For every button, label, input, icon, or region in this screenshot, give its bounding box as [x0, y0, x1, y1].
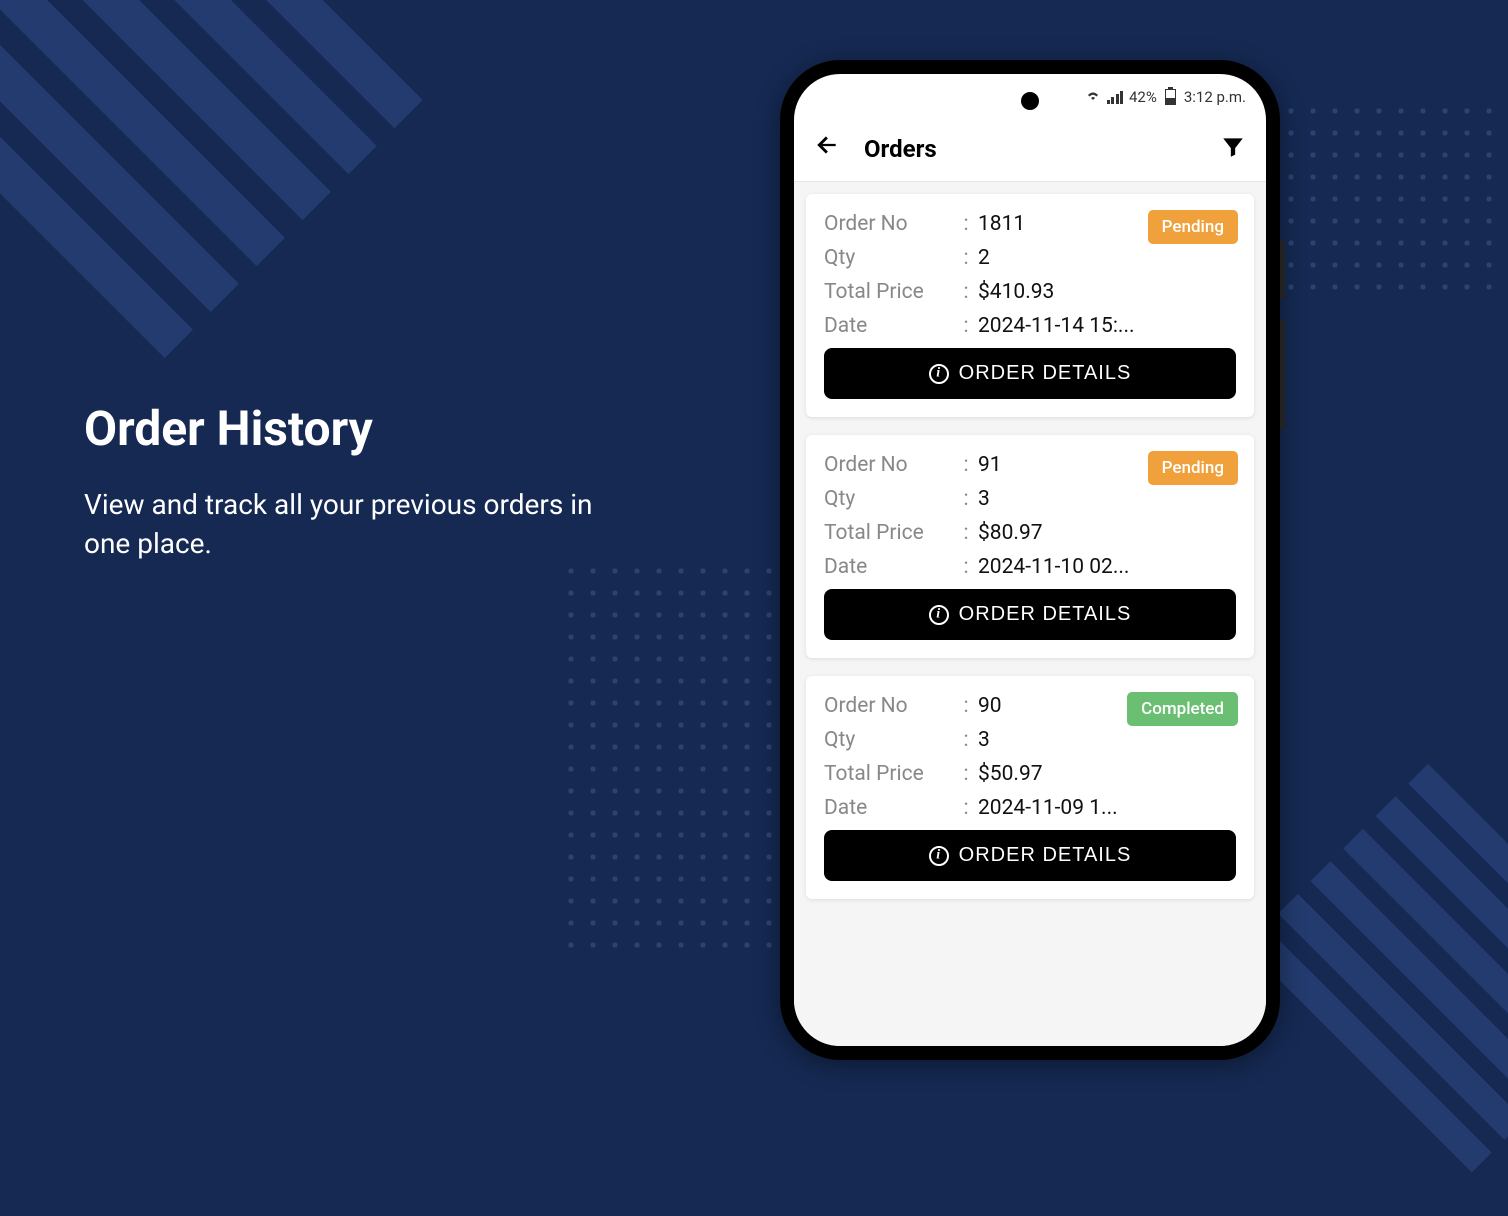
value-total_price: $50.97	[978, 762, 1043, 786]
phone-screen: 42% 3:12 p.m. Orders Order No:1811Qty:2T…	[794, 74, 1266, 1046]
value-total_price: $410.93	[978, 280, 1054, 304]
value-date: 2024-11-14 15:...	[978, 314, 1135, 338]
order-details-label: ORDER DETAILS	[959, 603, 1132, 626]
phone-side-button	[1280, 240, 1285, 300]
signal-icon	[1107, 91, 1124, 104]
phone-frame: 42% 3:12 p.m. Orders Order No:1811Qty:2T…	[780, 60, 1280, 1060]
order-row-date: Date:2024-11-09 1...	[824, 796, 1236, 820]
order-details-label: ORDER DETAILS	[959, 362, 1132, 385]
label-order_no: Order No	[824, 212, 954, 236]
order-row-date: Date:2024-11-14 15:...	[824, 314, 1236, 338]
battery-icon	[1165, 89, 1176, 105]
colon: :	[954, 728, 978, 752]
order-row-total_price: Total Price:$80.97	[824, 521, 1236, 545]
colon: :	[954, 694, 978, 718]
status-badge: Completed	[1127, 692, 1238, 726]
order-row-total_price: Total Price:$50.97	[824, 762, 1236, 786]
filter-button[interactable]	[1220, 134, 1246, 164]
value-order_no: 91	[978, 453, 1002, 477]
order-row-qty: Qty:3	[824, 487, 1236, 511]
clock-time: 3:12 p.m.	[1184, 88, 1246, 106]
label-date: Date	[824, 314, 954, 338]
order-row-qty: Qty:2	[824, 246, 1236, 270]
label-date: Date	[824, 555, 954, 579]
order-details-label: ORDER DETAILS	[959, 844, 1132, 867]
page-title: Orders	[864, 135, 1220, 163]
order-details-button[interactable]: ORDER DETAILS	[824, 830, 1236, 881]
value-total_price: $80.97	[978, 521, 1043, 545]
info-icon	[929, 846, 949, 866]
label-total_price: Total Price	[824, 280, 954, 304]
label-total_price: Total Price	[824, 521, 954, 545]
battery-percent: 42%	[1129, 88, 1157, 106]
label-qty: Qty	[824, 487, 954, 511]
colon: :	[954, 246, 978, 270]
order-row-date: Date:2024-11-10 02...	[824, 555, 1236, 579]
colon: :	[954, 212, 978, 236]
colon: :	[954, 555, 978, 579]
status-badge: Pending	[1148, 451, 1238, 485]
wifi-icon	[1085, 88, 1101, 106]
hero-text: Order History View and track all your pr…	[84, 400, 604, 563]
colon: :	[954, 796, 978, 820]
back-button[interactable]	[814, 132, 840, 165]
order-details-button[interactable]: ORDER DETAILS	[824, 589, 1236, 640]
value-qty: 2	[978, 246, 990, 270]
colon: :	[954, 280, 978, 304]
value-date: 2024-11-09 1...	[978, 796, 1118, 820]
info-icon	[929, 605, 949, 625]
colon: :	[954, 762, 978, 786]
label-qty: Qty	[824, 728, 954, 752]
value-qty: 3	[978, 728, 990, 752]
hero-title: Order History	[84, 400, 604, 457]
app-bar: Orders	[794, 120, 1266, 182]
value-date: 2024-11-10 02...	[978, 555, 1129, 579]
colon: :	[954, 453, 978, 477]
label-order_no: Order No	[824, 453, 954, 477]
label-total_price: Total Price	[824, 762, 954, 786]
bg-dots-top	[1258, 100, 1508, 290]
order-details-button[interactable]: ORDER DETAILS	[824, 348, 1236, 399]
status-badge: Pending	[1148, 210, 1238, 244]
order-card: Order No:1811Qty:2Total Price:$410.93Dat…	[806, 194, 1254, 417]
bg-stripes-top	[0, 0, 423, 383]
colon: :	[954, 487, 978, 511]
label-date: Date	[824, 796, 954, 820]
phone-side-button	[1280, 320, 1285, 430]
phone-notch	[1021, 92, 1039, 110]
value-order_no: 90	[978, 694, 1002, 718]
order-row-total_price: Total Price:$410.93	[824, 280, 1236, 304]
order-card: Order No:91Qty:3Total Price:$80.97Date:2…	[806, 435, 1254, 658]
info-icon	[929, 364, 949, 384]
order-card: Order No:90Qty:3Total Price:$50.97Date:2…	[806, 676, 1254, 899]
order-row-qty: Qty:3	[824, 728, 1236, 752]
label-qty: Qty	[824, 246, 954, 270]
hero-subtitle: View and track all your previous orders …	[84, 485, 604, 563]
orders-list[interactable]: Order No:1811Qty:2Total Price:$410.93Dat…	[794, 182, 1266, 1046]
label-order_no: Order No	[824, 694, 954, 718]
colon: :	[954, 314, 978, 338]
colon: :	[954, 521, 978, 545]
value-order_no: 1811	[978, 212, 1025, 236]
value-qty: 3	[978, 487, 990, 511]
